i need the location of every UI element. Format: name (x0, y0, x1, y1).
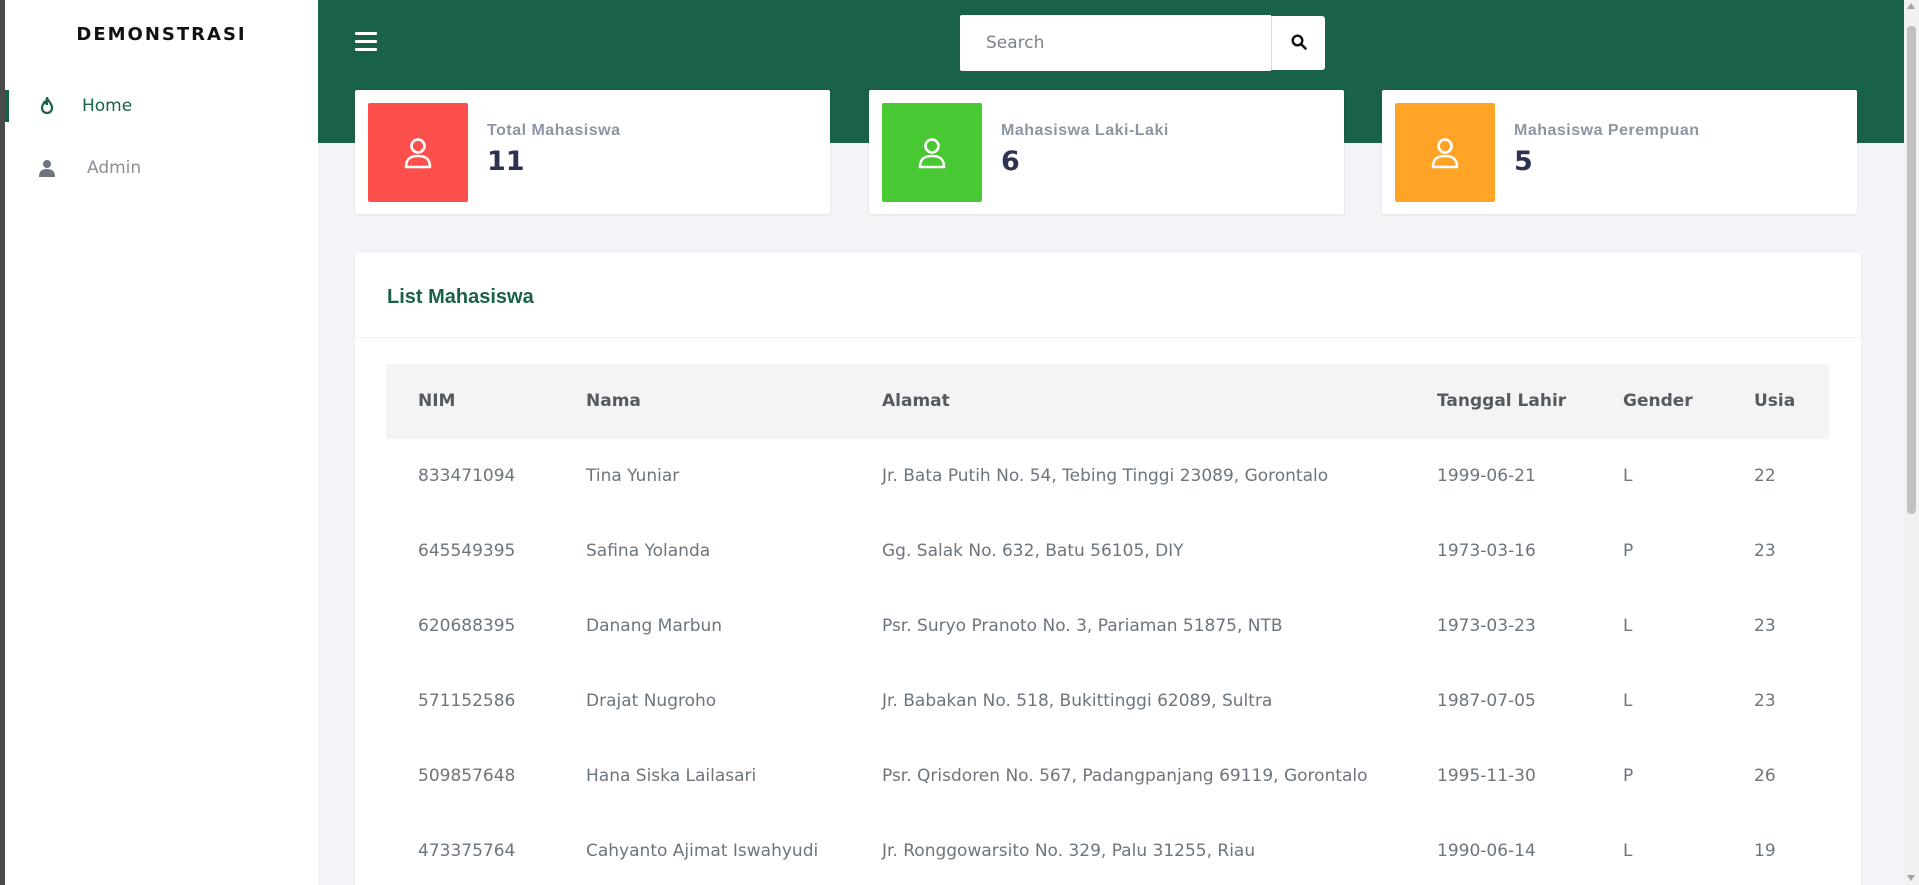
cell-alamat: Gg. Salak No. 632, Batu 56105, DIY (882, 541, 1184, 561)
cell-tanggal-lahir: 1973-03-16 (1437, 541, 1536, 561)
app-window: DEMONSTRASI Home Admin Search Total Maha… (5, 0, 1919, 885)
sidebar-item-label: Home (82, 96, 133, 116)
column-header-alamat[interactable]: Alamat (882, 364, 950, 439)
stat-label: Total Mahasiswa (487, 122, 621, 139)
column-header-tanggal-lahir[interactable]: Tanggal Lahir (1437, 364, 1566, 439)
scrollbar-thumb[interactable] (1907, 26, 1916, 514)
cell-alamat: Psr. Suryo Pranoto No. 3, Pariaman 51875… (882, 616, 1283, 636)
table-row: 473375764 Cahyanto Ajimat Iswahyudi Jr. … (386, 814, 1829, 885)
cell-tanggal-lahir: 1987-07-05 (1437, 691, 1536, 711)
user-outline-icon (368, 103, 468, 202)
cell-usia: 23 (1754, 541, 1776, 561)
cell-usia: 26 (1754, 766, 1776, 786)
cell-nama: Drajat Nugroho (586, 691, 717, 711)
search-button[interactable] (1271, 16, 1325, 70)
sidebar-item-label: Admin (87, 158, 142, 178)
table-row: 571152586 Drajat Nugroho Jr. Babakan No.… (386, 664, 1829, 739)
fire-icon (37, 96, 57, 116)
cell-tanggal-lahir: 1999-06-21 (1437, 466, 1536, 486)
search-icon (1290, 33, 1307, 53)
cell-nim: 473375764 (418, 841, 516, 861)
cell-alamat: Jr. Babakan No. 518, Bukittinggi 62089, … (882, 691, 1273, 711)
cell-tanggal-lahir: 1973-03-23 (1437, 616, 1536, 636)
cell-gender: L (1623, 841, 1633, 861)
divider (355, 337, 1861, 338)
column-header-nama[interactable]: Nama (586, 364, 641, 439)
hamburger-menu-icon[interactable] (355, 32, 377, 52)
cell-gender: L (1623, 691, 1633, 711)
cell-usia: 22 (1754, 466, 1776, 486)
cell-nama: Safina Yolanda (586, 541, 711, 561)
search-input[interactable] (960, 15, 1271, 71)
cell-nim: 509857648 (418, 766, 516, 786)
stat-value: 5 (1514, 146, 1533, 177)
vertical-scrollbar[interactable] (1904, 0, 1919, 885)
search-form (960, 15, 1325, 71)
cell-usia: 23 (1754, 616, 1776, 636)
cell-alamat: Psr. Qrisdoren No. 567, Padangpanjang 69… (882, 766, 1368, 786)
column-header-usia[interactable]: Usia (1754, 364, 1795, 439)
cell-alamat: Jr. Ronggowarsito No. 329, Palu 31255, R… (882, 841, 1256, 861)
cell-nim: 833471094 (418, 466, 516, 486)
table-header: NIM Nama Alamat Tanggal Lahir Gender Usi… (386, 364, 1829, 439)
column-header-nim[interactable]: NIM (418, 364, 455, 439)
table-row: 620688395 Danang Marbun Psr. Suryo Prano… (386, 589, 1829, 664)
cell-gender: L (1623, 616, 1633, 636)
cell-gender: L (1623, 466, 1633, 486)
cell-tanggal-lahir: 1995-11-30 (1437, 766, 1536, 786)
user-outline-icon (882, 103, 982, 202)
table-row: 833471094 Tina Yuniar Jr. Bata Putih No.… (386, 439, 1829, 514)
cell-nim: 620688395 (418, 616, 516, 636)
user-icon (37, 158, 57, 178)
table-row: 509857648 Hana Siska Lailasari Psr. Qris… (386, 739, 1829, 814)
stat-label: Mahasiswa Perempuan (1514, 122, 1700, 139)
sidebar-item-home[interactable]: Home (5, 84, 318, 128)
column-header-gender[interactable]: Gender (1623, 364, 1693, 439)
scroll-up-arrow-icon[interactable] (1907, 3, 1915, 9)
sidebar-item-admin[interactable]: Admin (5, 146, 318, 190)
cell-usia: 23 (1754, 691, 1776, 711)
stat-label: Mahasiswa Laki-Laki (1001, 122, 1169, 139)
cell-nim: 571152586 (418, 691, 516, 711)
table-row: 645549395 Safina Yolanda Gg. Salak No. 6… (386, 514, 1829, 589)
stat-card-male: Mahasiswa Laki-Laki 6 (869, 90, 1344, 214)
cell-usia: 19 (1754, 841, 1776, 861)
cell-alamat: Jr. Bata Putih No. 54, Tebing Tinggi 230… (882, 466, 1329, 486)
cell-nama: Cahyanto Ajimat Iswahyudi (586, 841, 819, 861)
stat-card-female: Mahasiswa Perempuan 5 (1382, 90, 1857, 214)
stat-value: 11 (487, 146, 525, 177)
cell-gender: P (1623, 541, 1634, 561)
stat-card-total: Total Mahasiswa 11 (355, 90, 830, 214)
student-list-panel: List Mahasiswa NIM Nama Alamat Tanggal L… (355, 253, 1861, 885)
scroll-down-arrow-icon[interactable] (1907, 875, 1915, 881)
stat-value: 6 (1001, 146, 1020, 177)
cell-nim: 645549395 (418, 541, 516, 561)
brand-logo: DEMONSTRASI (76, 24, 247, 45)
cell-nama: Tina Yuniar (586, 466, 680, 486)
user-outline-icon (1395, 103, 1495, 202)
cell-tanggal-lahir: 1990-06-14 (1437, 841, 1536, 861)
student-table: NIM Nama Alamat Tanggal Lahir Gender Usi… (386, 364, 1829, 885)
sidebar: DEMONSTRASI Home Admin (5, 0, 318, 885)
cell-gender: P (1623, 766, 1634, 786)
panel-title: List Mahasiswa (387, 286, 534, 308)
cell-nama: Hana Siska Lailasari (586, 766, 757, 786)
cell-nama: Danang Marbun (586, 616, 723, 636)
